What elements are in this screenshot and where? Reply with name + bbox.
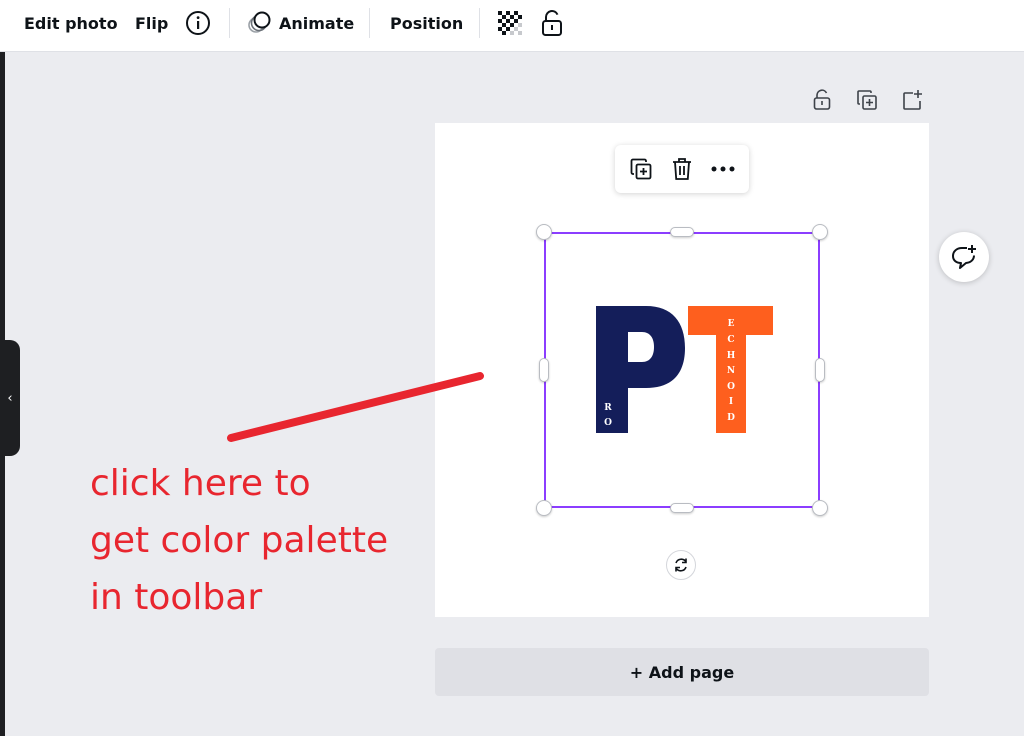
annotation-line: get color palette: [90, 520, 389, 561]
annotation-line: click here to: [90, 463, 311, 504]
annotation-line: in toolbar: [90, 577, 263, 618]
annotation-text: click here to get color palette in toolb…: [90, 455, 430, 626]
